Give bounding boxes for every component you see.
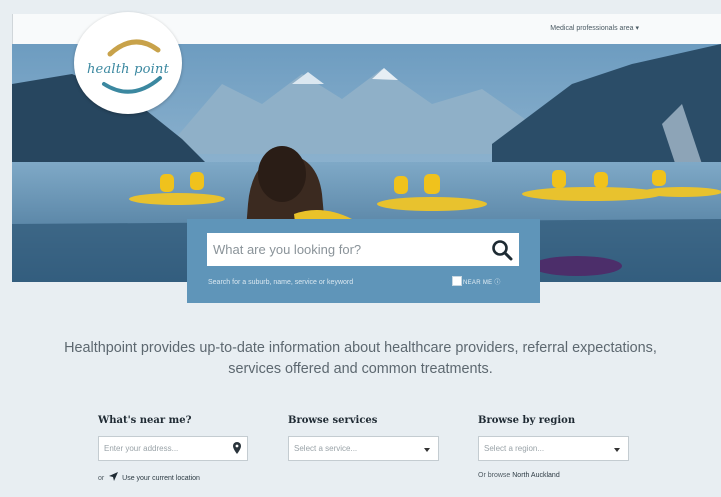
use-location-row: or Use your current location (98, 472, 200, 482)
location-pin-icon[interactable] (233, 442, 241, 454)
service-placeholder: Select a service... (294, 444, 358, 453)
browse-services-section: Browse services Select a service... (288, 415, 448, 461)
chevron-down-icon (424, 448, 430, 452)
healthpoint-logo[interactable]: health point (74, 12, 182, 114)
near-me-toggle[interactable]: NEAR ME ⓘ (452, 276, 501, 286)
search-box (207, 233, 519, 266)
or-text: or (98, 475, 105, 482)
near-me-title: What's near me? (98, 415, 192, 426)
page: Medical professionals area ▾ health poin… (0, 0, 721, 497)
intro-text: Healthpoint provides up-to-date informat… (64, 340, 657, 377)
navigation-arrow-icon[interactable] (109, 472, 119, 481)
logo-text: health point (86, 62, 169, 77)
address-input[interactable]: Enter your address... (98, 436, 248, 461)
near-me-label: NEAR ME ⓘ (463, 280, 501, 286)
browse-region-title: Browse by region (478, 415, 576, 426)
near-me-checkbox[interactable] (452, 276, 462, 286)
browse-services-title: Browse services (288, 415, 378, 426)
medical-professionals-link[interactable]: Medical professionals area ▾ (550, 24, 639, 32)
browse-region-section: Browse by region Select a region... Or b… (478, 415, 638, 479)
chevron-down-icon (614, 448, 620, 452)
region-placeholder: Select a region... (484, 444, 545, 453)
use-current-location-link[interactable]: Use your current location (122, 475, 200, 482)
region-select[interactable]: Select a region... (478, 436, 629, 461)
near-me-section: What's near me? Enter your address... or… (98, 415, 258, 482)
search-hint: Search for a suburb, name, service or ke… (208, 279, 354, 286)
search-icon (492, 240, 513, 261)
address-placeholder: Enter your address... (104, 444, 179, 453)
search-panel: Search for a suburb, name, service or ke… (187, 219, 540, 303)
search-input[interactable] (207, 233, 477, 266)
service-select[interactable]: Select a service... (288, 436, 439, 461)
browse-region-row: Or browse North Auckland (478, 472, 560, 479)
search-button[interactable] (491, 239, 513, 261)
or-browse-text: Or browse (478, 472, 511, 479)
north-auckland-link[interactable]: North Auckland (512, 472, 559, 479)
